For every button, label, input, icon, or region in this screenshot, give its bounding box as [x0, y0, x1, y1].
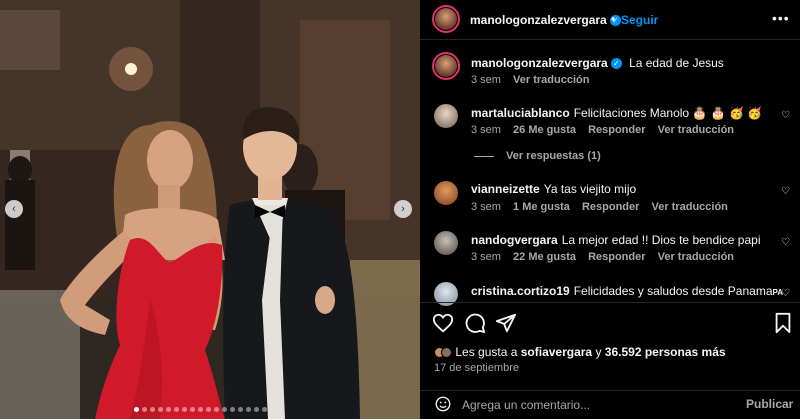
- more-horizontal-icon[interactable]: •••: [772, 10, 790, 26]
- carousel-dot: [254, 407, 259, 412]
- comment-time[interactable]: 3 sem: [471, 251, 501, 263]
- author-avatar[interactable]: [432, 5, 460, 33]
- separator-dot: •: [611, 12, 616, 26]
- chevron-right-icon: ›: [401, 203, 405, 215]
- comment-input[interactable]: [462, 394, 732, 416]
- carousel-dot: [158, 407, 163, 412]
- likes-connector: y: [595, 345, 602, 359]
- comment-meta: 3 sem 1 Me gusta Responder Ver traducció…: [471, 201, 737, 213]
- comment-icon[interactable]: [464, 312, 486, 334]
- comment-avatar[interactable]: [434, 181, 458, 205]
- comment-username[interactable]: cristina.cortizo19: [471, 284, 570, 298]
- emoji-icon[interactable]: [434, 395, 452, 413]
- comment-like-heart-icon[interactable]: ♡: [781, 110, 790, 121]
- carousel-dot: [134, 407, 139, 412]
- comment-composer: Publicar: [420, 391, 800, 419]
- carousel-dot: [150, 407, 155, 412]
- comment-likes[interactable]: 26 Me gusta: [513, 124, 576, 136]
- carousel-dot: [262, 407, 267, 412]
- comment-reply-button[interactable]: Responder: [588, 124, 645, 136]
- comment-time[interactable]: 3 sem: [471, 124, 501, 136]
- chevron-left-icon: ‹: [12, 203, 16, 215]
- comment-item: martaluciablanco Felicitaciones Manolo 🎂 …: [471, 106, 762, 120]
- comment-translate-link[interactable]: Ver traducción: [658, 251, 734, 263]
- verified-badge-icon: ✓: [610, 58, 622, 70]
- publish-button[interactable]: Publicar: [746, 397, 793, 411]
- comment-text: Ya tas viejito mijo: [543, 182, 637, 196]
- caption-author-avatar[interactable]: [432, 52, 460, 80]
- share-icon[interactable]: [495, 312, 517, 334]
- carousel-dot: [238, 407, 243, 412]
- replies-line: [474, 155, 494, 157]
- comment-like-heart-icon[interactable]: ♡: [781, 288, 790, 299]
- comment-like-heart-icon[interactable]: ♡: [781, 186, 790, 197]
- caption: manologonzalezvergara ✓ La edad de Jesus: [471, 56, 724, 70]
- caption-username[interactable]: manologonzalezvergara ✓: [471, 56, 622, 70]
- comment-item: vianneizette Ya tas viejito mijo: [471, 182, 636, 196]
- carousel-indicator: [134, 407, 267, 412]
- comment-text: Felicidades y saludos desde Panama: [573, 284, 773, 298]
- liker-avatar: [441, 347, 452, 359]
- carousel-dot: [142, 407, 147, 412]
- likes-summary: Les gusta a sofiavergara y 36.592 person…: [434, 345, 726, 359]
- comment-like-heart-icon[interactable]: ♡: [781, 237, 790, 248]
- comment-translate-link[interactable]: Ver traducción: [658, 124, 734, 136]
- post-date[interactable]: 17 de septiembre: [434, 362, 519, 374]
- author-username-header[interactable]: manologonzalezvergara ✓: [470, 13, 621, 27]
- post-header: manologonzalezvergara ✓ • Seguir •••: [420, 0, 800, 40]
- comment-username[interactable]: martaluciablanco: [471, 106, 570, 120]
- comment-username[interactable]: nandogvergara: [471, 233, 558, 247]
- carousel-next-button[interactable]: ›: [394, 200, 412, 218]
- heart-icon[interactable]: [432, 312, 454, 334]
- post-actions: [420, 312, 800, 336]
- post-side-panel: manologonzalezvergara ✓ • Seguir ••• mano…: [420, 0, 800, 419]
- comment-username[interactable]: vianneizette: [471, 182, 540, 196]
- caption-time[interactable]: 3 sem: [471, 74, 501, 86]
- carousel-dot: [190, 407, 195, 412]
- comment-avatar[interactable]: [434, 104, 458, 128]
- likes-others[interactable]: 36.592 personas más: [605, 345, 726, 359]
- comment-meta: 3 sem 22 Me gusta Responder Ver traducci…: [471, 251, 743, 263]
- comment-text: Felicitaciones Manolo 🎂 🎂 🥳 🥳: [573, 106, 763, 120]
- comment-item: nandogvergara La mejor edad !! Dios te be…: [471, 233, 761, 247]
- carousel-dot: [166, 407, 171, 412]
- comment-likes[interactable]: 22 Me gusta: [513, 251, 576, 263]
- follow-button[interactable]: Seguir: [621, 13, 658, 27]
- carousel-prev-button[interactable]: ‹: [5, 200, 23, 218]
- carousel-dot: [206, 407, 211, 412]
- comment-translate-link[interactable]: Ver traducción: [651, 201, 727, 213]
- bookmark-icon[interactable]: [772, 312, 794, 334]
- view-replies-button[interactable]: Ver respuestas (1): [474, 150, 601, 162]
- comment-text: La mejor edad !! Dios te bendice papi: [561, 233, 761, 247]
- comment-meta: 3 sem 26 Me gusta Responder Ver traducci…: [471, 124, 743, 136]
- likes-user[interactable]: sofiavergara: [521, 345, 592, 359]
- comment-reply-button[interactable]: Responder: [588, 251, 645, 263]
- likes-prefix: Les gusta a: [455, 345, 518, 359]
- comment-reply-button[interactable]: Responder: [582, 201, 639, 213]
- comment-avatar[interactable]: [434, 231, 458, 255]
- comment-item: cristina.cortizo19 Felicidades y saludos …: [471, 284, 783, 298]
- post-photo: ‹ ›: [0, 0, 420, 419]
- carousel-dot: [246, 407, 251, 412]
- photo-illustration: [0, 0, 420, 419]
- comment-time[interactable]: 3 sem: [471, 201, 501, 213]
- carousel-dot: [182, 407, 187, 412]
- caption-meta: 3 sem Ver traducción: [471, 74, 598, 86]
- carousel-dot: [174, 407, 179, 412]
- carousel-dot: [214, 407, 219, 412]
- comment-likes[interactable]: 1 Me gusta: [513, 201, 570, 213]
- carousel-dot: [222, 407, 227, 412]
- carousel-dot: [198, 407, 203, 412]
- carousel-dot: [230, 407, 235, 412]
- actions-divider: [420, 302, 800, 303]
- caption-text: La edad de Jesus: [629, 56, 724, 70]
- caption-translate-link[interactable]: Ver traducción: [513, 74, 589, 86]
